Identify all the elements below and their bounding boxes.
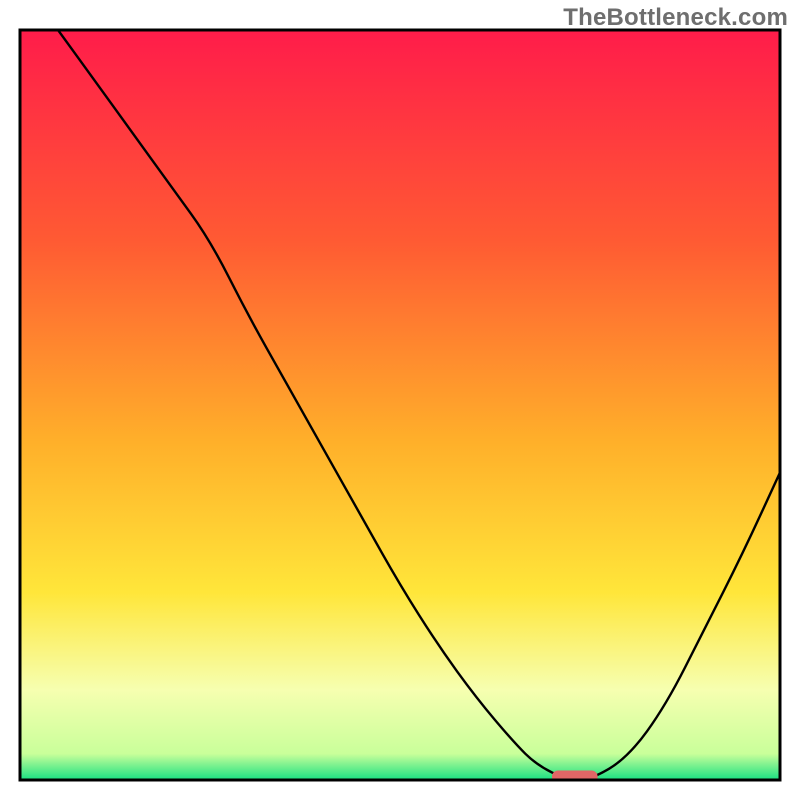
bottleneck-plot-svg	[0, 0, 800, 800]
optimal-range-marker	[552, 771, 598, 784]
watermark-label: TheBottleneck.com	[563, 4, 788, 32]
plot-background	[20, 30, 780, 780]
bottleneck-chart: TheBottleneck.com	[0, 0, 800, 800]
